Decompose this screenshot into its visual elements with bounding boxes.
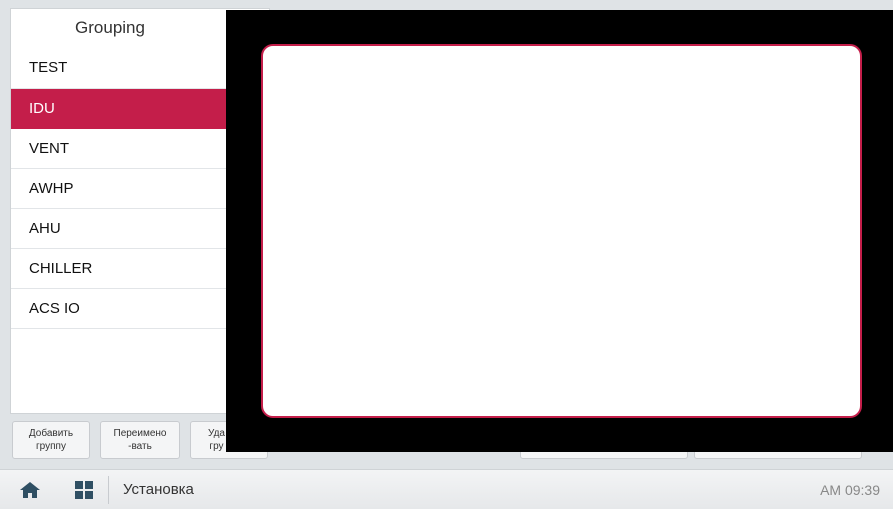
clock: AM 09:39 — [820, 482, 880, 498]
rename-button[interactable]: Переимено -вать — [100, 421, 180, 459]
status-title: Установка — [123, 481, 194, 498]
add-group-button[interactable]: Добавить группу — [12, 421, 90, 459]
home-icon[interactable] — [19, 481, 41, 499]
screen: Grouping TEST IDU VENT AWHP AHU CHILLER … — [0, 0, 893, 509]
status-bar: Установка AM 09:39 — [0, 469, 893, 509]
status-separator — [108, 476, 109, 504]
dialog-box[interactable] — [261, 44, 862, 418]
grid-icon[interactable] — [75, 481, 93, 499]
